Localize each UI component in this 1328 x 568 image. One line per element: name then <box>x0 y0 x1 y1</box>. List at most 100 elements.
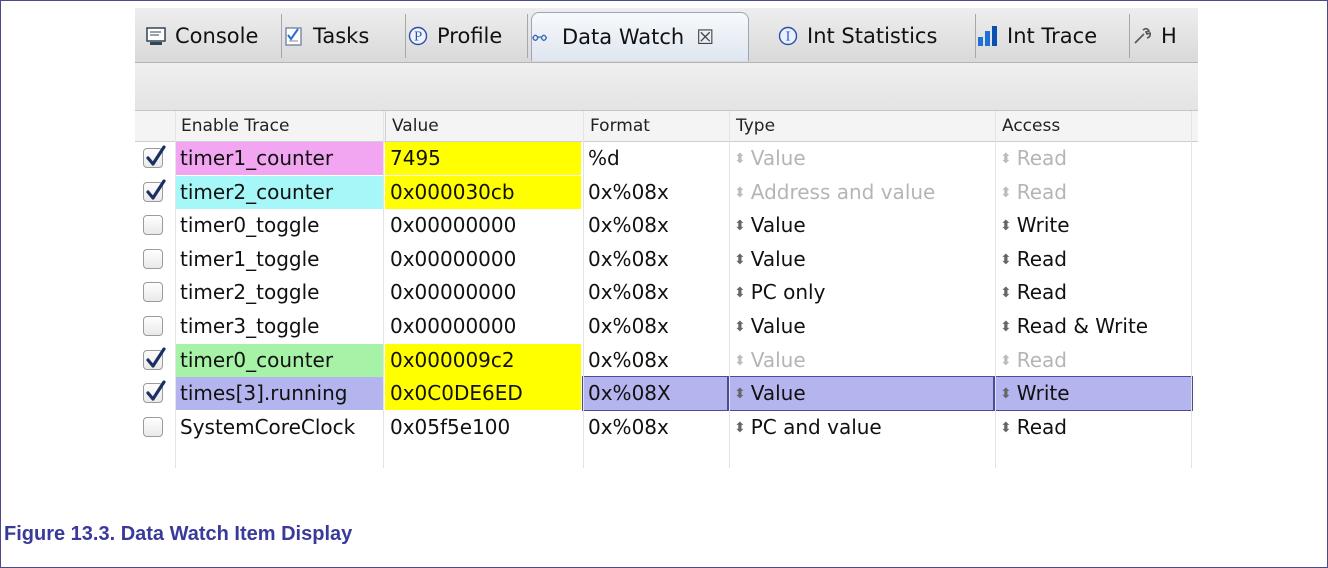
type-value: Value <box>750 213 806 238</box>
updown-arrows-icon: ⬍ <box>734 184 746 201</box>
expression-name[interactable]: times[3].running <box>175 377 383 411</box>
unchecked-checkbox[interactable] <box>143 248 163 269</box>
type-dropdown[interactable]: ⬍ Value <box>729 310 993 343</box>
format-cell[interactable]: %d <box>583 142 727 175</box>
svg-text:P: P <box>414 30 422 44</box>
access-dropdown[interactable]: ⬍ Read <box>995 276 1192 309</box>
info-icon: I <box>777 25 799 47</box>
format-cell[interactable]: 0x%08x <box>583 276 727 309</box>
expression-name[interactable]: timer0_counter <box>175 343 383 377</box>
access-dropdown[interactable]: ⬍ Read <box>995 142 1192 175</box>
checked-checkbox[interactable] <box>143 380 166 404</box>
value-cell[interactable]: 0x000009c2 <box>385 343 581 377</box>
column-divider <box>1191 111 1192 468</box>
tab-int-trace[interactable]: Int Trace <box>977 14 1130 58</box>
expression-name[interactable]: SystemCoreClock <box>175 411 383 444</box>
table-row[interactable]: timer2_counter 0x000030cb 0x%08x ⬍ Address a… <box>135 175 1198 209</box>
type-value: Value <box>750 314 806 338</box>
close-tab-icon[interactable]: ☒ <box>696 25 714 49</box>
access-dropdown[interactable]: ⬍ Write <box>994 376 1193 412</box>
value-cell[interactable]: 0x00000000 <box>385 276 581 309</box>
checked-checkbox[interactable] <box>143 178 166 202</box>
format-cell[interactable]: 0x%08x <box>583 176 727 209</box>
checked-checkbox[interactable] <box>143 145 166 168</box>
updown-arrows-icon: ⬍ <box>1000 419 1012 436</box>
access-dropdown[interactable]: ⬍ Read & Write <box>995 310 1192 343</box>
tab-data-watch[interactable]: Data Watch ☒ <box>531 12 749 61</box>
tab-tasks[interactable]: Tasks <box>283 14 406 58</box>
tab-profile[interactable]: P Profile <box>407 14 528 58</box>
access-value: Read <box>1016 347 1067 372</box>
tab-h[interactable]: H <box>1131 14 1198 58</box>
type-dropdown[interactable]: ⬍ Value <box>728 376 994 412</box>
type-dropdown[interactable]: ⬍ Address and value <box>729 176 993 209</box>
type-dropdown[interactable]: ⬍ PC and value <box>729 411 993 444</box>
updown-arrows-icon: ⬍ <box>1000 151 1012 167</box>
updown-arrows-icon: ⬍ <box>1000 386 1012 403</box>
type-value: Value <box>750 146 806 170</box>
access-value: Read <box>1016 414 1067 439</box>
expression-name[interactable]: timer3_toggle <box>175 310 383 343</box>
access-dropdown[interactable]: ⬍ Read <box>995 176 1192 209</box>
tab-console[interactable]: Console <box>145 14 282 58</box>
access-dropdown[interactable]: ⬍ Write <box>995 209 1192 242</box>
access-value: Read & Write <box>1016 314 1149 338</box>
expression-name[interactable]: timer2_toggle <box>175 276 383 309</box>
column-header-access[interactable]: Access <box>995 111 1198 141</box>
format-cell[interactable]: 0x%08x <box>583 344 727 377</box>
type-dropdown[interactable]: ⬍ Value <box>729 243 993 276</box>
access-value: Read <box>1016 280 1067 305</box>
type-dropdown[interactable]: ⬍ PC only <box>729 276 993 309</box>
table-row[interactable]: timer0_toggle 0x00000000 0x%08x ⬍ Value ⬍ Writ… <box>135 209 1198 242</box>
tab-int-statistics[interactable]: I Int Statistics <box>777 14 976 58</box>
column-header-format[interactable]: Format <box>583 111 727 141</box>
column-divider <box>729 111 730 468</box>
updown-arrows-icon: ⬍ <box>1000 251 1012 268</box>
expression-name[interactable]: timer1_counter <box>175 142 383 175</box>
column-header-value[interactable]: Value <box>385 111 581 141</box>
format-cell[interactable]: 0x%08x <box>583 243 727 276</box>
type-value: Value <box>750 381 806 406</box>
unchecked-checkbox[interactable] <box>143 316 163 336</box>
updown-arrows-icon: ⬍ <box>1000 319 1012 335</box>
access-value: Read <box>1016 246 1067 271</box>
column-header-enable-trace[interactable]: Enable Trace <box>175 111 383 141</box>
column-header-type[interactable]: Type <box>729 111 993 141</box>
access-dropdown[interactable]: ⬍ Read <box>995 344 1192 377</box>
table-row[interactable]: times[3].running 0x0C0DE6ED 0x%08X ⬍ Value ⬍ W… <box>135 376 1198 412</box>
format-cell[interactable]: 0x%08x <box>583 310 727 343</box>
table-row[interactable]: timer3_toggle 0x00000000 0x%08x ⬍ Value ⬍ Read… <box>135 310 1198 343</box>
type-dropdown[interactable]: ⬍ Value <box>729 344 993 377</box>
table-row[interactable]: timer0_counter 0x000009c2 0x%08x ⬍ Value ⬍ Rea… <box>135 343 1198 377</box>
expression-name[interactable]: timer2_counter <box>175 175 383 209</box>
tab-label: Tasks <box>313 24 370 48</box>
value-cell[interactable]: 0x05f5e100 <box>385 411 581 444</box>
table-row[interactable]: timer1_toggle 0x00000000 0x%08x ⬍ Value ⬍ Read <box>135 243 1198 276</box>
unchecked-checkbox[interactable] <box>143 416 163 437</box>
expression-name[interactable]: timer1_toggle <box>175 243 383 276</box>
tab-label: H <box>1161 24 1177 48</box>
format-cell[interactable]: 0x%08x <box>583 411 727 444</box>
table-row[interactable]: SystemCoreClock 0x05f5e100 0x%08x ⬍ PC and v… <box>135 411 1198 444</box>
checked-checkbox[interactable] <box>143 346 166 370</box>
value-cell[interactable]: 0x00000000 <box>385 243 581 276</box>
table-row[interactable]: timer2_toggle 0x00000000 0x%08x ⬍ PC only ⬍ Re… <box>135 276 1198 309</box>
type-dropdown[interactable]: ⬍ Value <box>729 142 993 175</box>
updown-arrows-icon: ⬍ <box>734 419 746 436</box>
access-dropdown[interactable]: ⬍ Read <box>995 243 1192 276</box>
unchecked-checkbox[interactable] <box>143 215 163 236</box>
table-row[interactable]: timer1_counter 7495 %d ⬍ Value ⬍ Read <box>135 142 1198 175</box>
type-dropdown[interactable]: ⬍ Value <box>729 209 993 242</box>
format-cell[interactable]: 0x%08X <box>582 376 728 412</box>
value-cell[interactable]: 0x00000000 <box>385 209 581 242</box>
value-cell[interactable]: 0x00000000 <box>385 310 581 343</box>
updown-arrows-icon: ⬍ <box>734 151 746 167</box>
unchecked-checkbox[interactable] <box>143 282 163 303</box>
access-dropdown[interactable]: ⬍ Read <box>995 411 1192 444</box>
value-cell[interactable]: 7495 <box>385 142 581 175</box>
format-cell[interactable]: 0x%08x <box>583 209 727 242</box>
value-cell[interactable]: 0x000030cb <box>385 175 581 209</box>
value-cell[interactable]: 0x0C0DE6ED <box>385 377 581 411</box>
tab-label: Int Statistics <box>807 24 938 48</box>
expression-name[interactable]: timer0_toggle <box>175 209 383 242</box>
